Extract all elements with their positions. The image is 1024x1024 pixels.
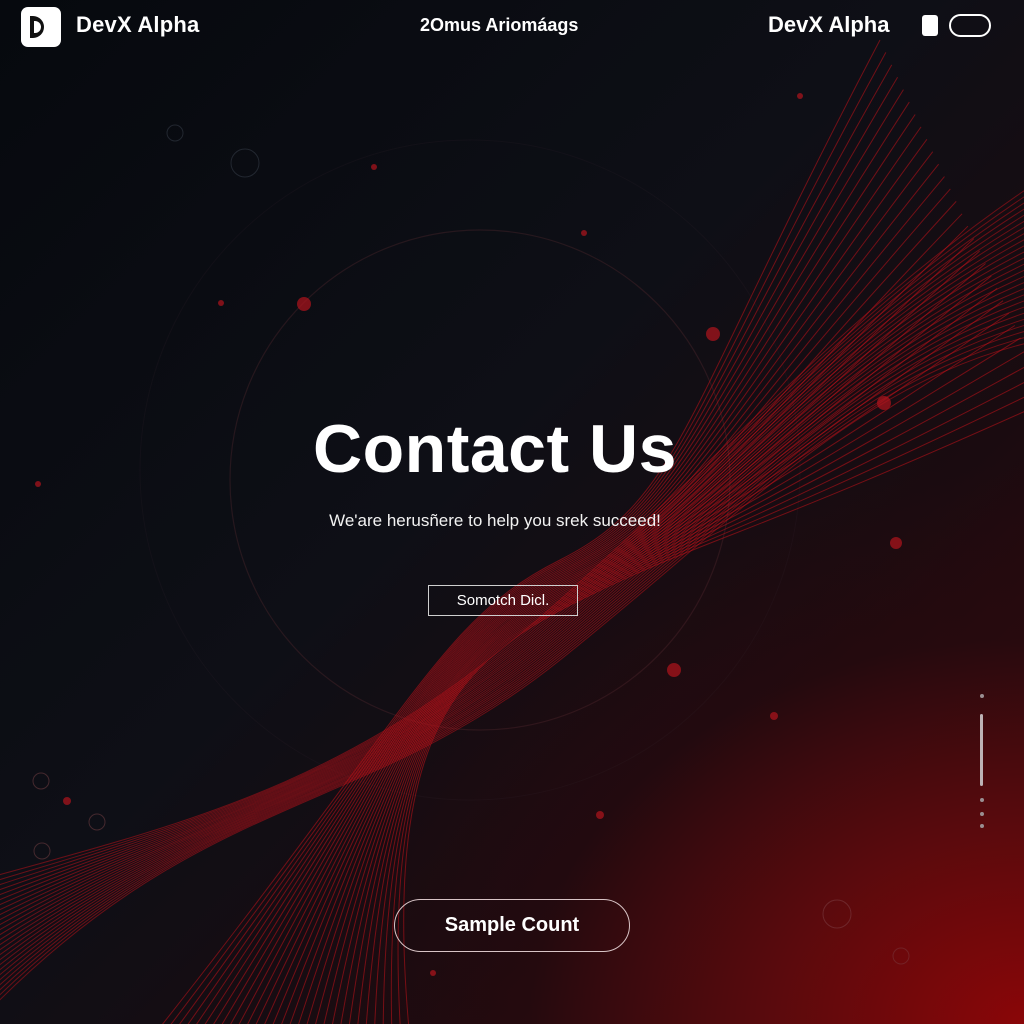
wave-line (0, 306, 1024, 971)
nav-link-center[interactable]: 2Omus Ariomáags (420, 15, 578, 36)
decor-circle (32, 772, 50, 790)
scroll-indicator[interactable] (978, 694, 986, 834)
wave-line (298, 238, 975, 1024)
glow-dot (218, 300, 224, 306)
glow-dot (596, 811, 604, 819)
brand-name-left[interactable]: DevX Alpha (76, 12, 199, 38)
scroll-dot[interactable] (980, 694, 984, 698)
wave-line (0, 233, 1024, 911)
glow-dot (430, 970, 436, 976)
square-toggle-icon[interactable] (922, 15, 938, 36)
glow-dot (63, 797, 71, 805)
scroll-dot[interactable] (980, 798, 984, 802)
wave-line (289, 225, 969, 1024)
scroll-dot[interactable] (980, 824, 984, 828)
wave-line (0, 220, 1024, 901)
wave-line (179, 64, 893, 1024)
decor-circle (892, 947, 910, 965)
glow-dot (770, 712, 778, 720)
search-button[interactable]: Somotch Dicl. (428, 585, 578, 616)
wave-line (170, 52, 887, 1024)
theme-switch-toggle[interactable] (949, 14, 991, 37)
brand-name-right[interactable]: DevX Alpha (768, 12, 889, 38)
glow-dot (797, 93, 803, 99)
scroll-dot[interactable] (980, 812, 984, 816)
glow-dot (581, 230, 587, 236)
glow-dot (706, 327, 720, 341)
logo-icon[interactable] (21, 7, 61, 47)
page-title: Contact Us (313, 411, 677, 487)
decor-circle (33, 842, 51, 860)
decor-circle (166, 124, 184, 142)
decor-circle (822, 899, 852, 929)
glow-dot (890, 537, 902, 549)
wave-line (0, 245, 1024, 921)
top-navigation-bar: DevX Alpha 2Omus Ariomáags DevX Alpha (0, 0, 1024, 56)
page-subtitle: We'are herusñere to help you srek succee… (329, 511, 661, 530)
wave-line (161, 39, 881, 1024)
scroll-thumb[interactable] (980, 714, 983, 786)
glow-dot (877, 396, 891, 410)
glow-dot (297, 297, 311, 311)
wave-line (0, 196, 1024, 881)
wave-line (0, 208, 1024, 891)
decor-circle (88, 813, 106, 831)
sample-count-button[interactable]: Sample Count (394, 899, 630, 952)
glow-dot (371, 164, 377, 170)
decor-circle (230, 148, 260, 178)
glow-dot (667, 663, 681, 677)
wave-line (196, 89, 904, 1024)
wave-line (0, 202, 1024, 886)
